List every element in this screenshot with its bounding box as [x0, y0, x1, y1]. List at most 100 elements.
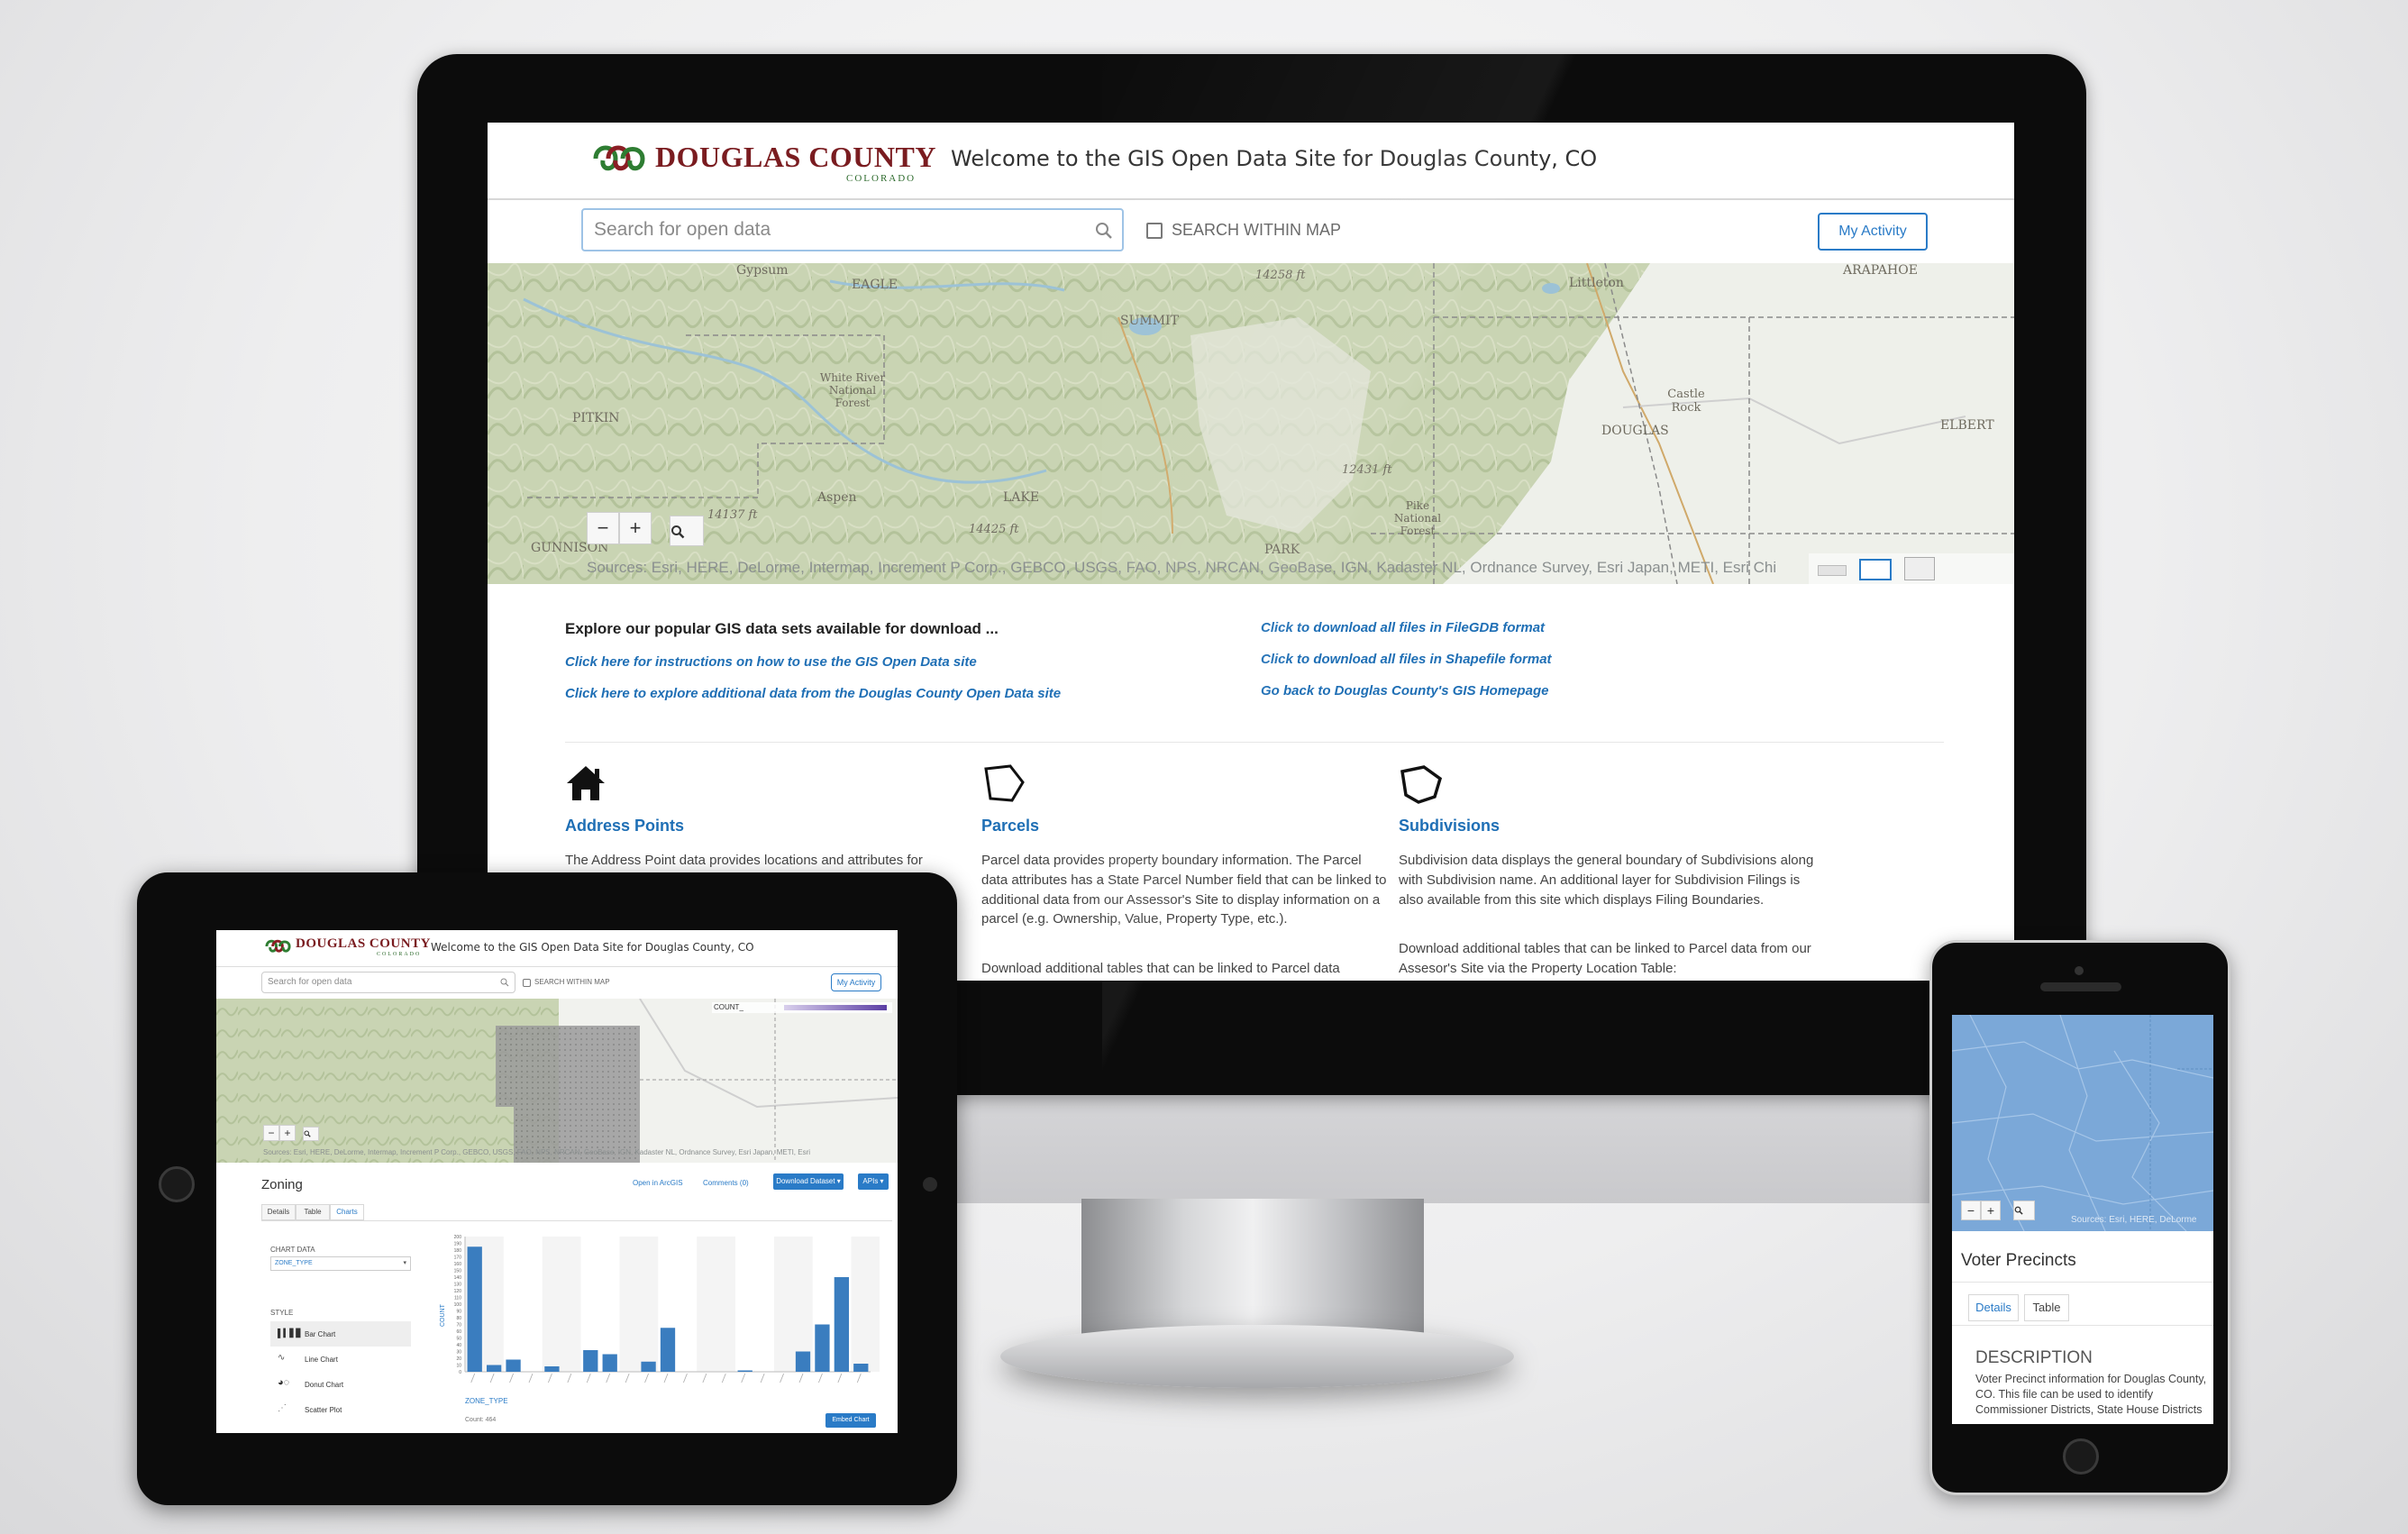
category-title-address-points[interactable]: Address Points	[565, 817, 684, 835]
zoom-out-button[interactable]: −	[263, 1125, 279, 1141]
basemap-thumb-topo[interactable]	[1859, 559, 1892, 580]
embed-chart-button[interactable]: Embed Chart	[825, 1413, 876, 1428]
map-label: ARAPAHOE	[1843, 263, 1918, 278]
tab-charts[interactable]: Charts	[330, 1204, 364, 1220]
chart-bar[interactable]	[583, 1350, 598, 1372]
search-bar: Search for open data SEARCH WITHIN MAP M…	[488, 200, 2014, 264]
map-search-button[interactable]	[2013, 1201, 2035, 1220]
style-option-donut-chart[interactable]: ◕◌ Donut Chart	[270, 1372, 411, 1397]
gis-homepage-link[interactable]: Go back to Douglas County's GIS Homepage	[1261, 683, 1548, 699]
category-title-parcels[interactable]: Parcels	[981, 817, 1039, 835]
x-tick-mark	[818, 1373, 823, 1383]
phone-device: − + Sources: Esri, HERE, DeLorme Voter P…	[1929, 940, 2230, 1495]
chart-bar[interactable]	[795, 1351, 811, 1373]
map-view[interactable]: − + Sources: Esri, HERE, DeLorme	[1952, 1015, 2213, 1231]
parcel-polygon-icon	[984, 764, 1025, 802]
search-icon[interactable]	[1095, 222, 1113, 240]
category-title-subdivisions[interactable]: Subdivisions	[1399, 817, 1500, 835]
map-attribution: Sources: Esri, HERE, DeLorme	[2071, 1215, 2197, 1225]
chart-bar[interactable]	[737, 1370, 752, 1373]
map-search-button[interactable]	[670, 516, 704, 546]
my-activity-button[interactable]: My Activity	[831, 973, 881, 991]
zone-type-bar-chart[interactable]: 010 2030 4050 6070 8090 100110 120130 140150 160…	[429, 1231, 880, 1411]
shapefile-download-link[interactable]: Click to download all files in Shapefile…	[1261, 652, 1552, 667]
style-option-label: Line Chart	[305, 1356, 338, 1364]
y-tick-label: 150	[454, 1269, 462, 1274]
monitor-stand-base	[1000, 1325, 1514, 1388]
x-tick-mark	[683, 1373, 688, 1383]
zoom-in-button[interactable]: +	[1981, 1201, 2001, 1220]
zoom-out-button[interactable]: −	[587, 512, 619, 544]
map-label: 12431 ft	[1342, 463, 1392, 477]
zoom-in-button[interactable]: +	[619, 512, 652, 544]
chart-band	[697, 1237, 735, 1372]
chart-bar[interactable]	[641, 1361, 656, 1372]
map-field-select[interactable]: COUNT_	[714, 1003, 743, 1011]
tab-details[interactable]: Details	[261, 1204, 296, 1220]
chart-bar[interactable]	[853, 1364, 869, 1372]
chart-band	[619, 1237, 659, 1372]
chart-field-select[interactable]: ZONE_TYPE ▾	[270, 1256, 411, 1271]
x-tick-mark	[702, 1373, 707, 1383]
comments-link[interactable]: Comments (0)	[703, 1179, 749, 1187]
style-option-line-chart[interactable]: ∿ Line Chart	[270, 1347, 411, 1372]
legend-color-ramp	[784, 1005, 887, 1010]
phone-home-button[interactable]	[2063, 1438, 2099, 1475]
search-within-map-checkbox[interactable]	[523, 979, 531, 987]
chart-bar[interactable]	[467, 1246, 482, 1372]
chart-band	[851, 1237, 880, 1372]
apis-button[interactable]: APIs ▾	[858, 1173, 889, 1190]
search-input[interactable]: Search for open data	[261, 972, 515, 993]
map-search-button[interactable]	[303, 1127, 319, 1141]
county-logo-icon[interactable]	[265, 937, 292, 955]
search-within-map-label[interactable]: SEARCH WITHIN MAP	[1172, 221, 1341, 240]
site-header: DOUGLAS COUNTY COLORADO Welcome to the G…	[488, 123, 2014, 200]
logo-text[interactable]: DOUGLAS COUNTY	[296, 936, 431, 952]
logo-text[interactable]: DOUGLAS COUNTY	[655, 141, 936, 174]
map-label: 14258 ft	[1255, 269, 1306, 282]
download-dataset-button[interactable]: Download Dataset ▾	[773, 1173, 844, 1190]
filegdb-download-link[interactable]: Click to download all files in FileGDB f…	[1261, 620, 1545, 635]
zoom-out-button[interactable]: −	[1961, 1201, 1981, 1220]
open-data-link[interactable]: Click here to explore additional data fr…	[565, 686, 1061, 701]
county-logo-icon[interactable]	[592, 141, 648, 177]
my-activity-button[interactable]: My Activity	[1818, 213, 1928, 251]
chart-bar[interactable]	[660, 1328, 676, 1372]
x-tick-mark	[721, 1373, 726, 1383]
logo-subtext: COLORADO	[377, 952, 422, 957]
map-label: Aspen	[817, 490, 857, 505]
basemap-thumb-gray[interactable]	[1818, 565, 1847, 576]
y-tick-label: 10	[456, 1364, 461, 1369]
instructions-link[interactable]: Click here for instructions on how to us…	[565, 654, 977, 670]
intro-heading: Explore our popular GIS data sets availa…	[565, 620, 999, 637]
chart-bar[interactable]	[815, 1324, 830, 1373]
y-tick-label: 80	[456, 1316, 461, 1321]
basemap-thumb-imagery[interactable]	[1904, 557, 1935, 580]
y-tick-label: 130	[454, 1283, 462, 1288]
search-within-map-checkbox[interactable]	[1146, 223, 1163, 239]
chart-bar[interactable]	[487, 1365, 502, 1373]
x-tick-mark	[567, 1373, 572, 1383]
chart-bar[interactable]	[506, 1359, 521, 1373]
open-in-arcgis-link[interactable]: Open in ArcGIS	[633, 1179, 683, 1187]
map-view[interactable]: Gypsum EAGLE SUMMIT 14258 ft Littleton A…	[488, 263, 2014, 584]
chart-bar[interactable]	[544, 1366, 560, 1372]
tablet-home-button[interactable]	[159, 1166, 195, 1202]
tab-details[interactable]: Details	[1968, 1294, 2019, 1321]
tab-table[interactable]: Table	[296, 1204, 330, 1220]
tab-table[interactable]: Table	[2024, 1294, 2069, 1321]
y-tick-label: 110	[454, 1296, 461, 1301]
header-divider	[216, 966, 898, 967]
chart-bar[interactable]	[834, 1277, 849, 1372]
chart-bar[interactable]	[602, 1354, 617, 1373]
search-within-map-label[interactable]: SEARCH WITHIN MAP	[534, 978, 610, 986]
style-option-scatter-plot[interactable]: ⋰ Scatter Plot	[270, 1397, 411, 1422]
chart-band	[542, 1237, 581, 1372]
chevron-down-icon: ▾	[403, 1260, 406, 1266]
zoom-in-button[interactable]: +	[279, 1125, 296, 1141]
search-input[interactable]: Search for open data	[581, 208, 1124, 251]
style-option-bar-chart[interactable]: ▌▍▋▊ Bar Chart	[270, 1321, 411, 1347]
bar-chart-icon: ▌▍▋▊	[278, 1329, 303, 1338]
map-view[interactable]: COUNT_ − + Sources: Esri, HERE, DeLorme,…	[216, 999, 898, 1163]
search-icon[interactable]	[500, 978, 509, 987]
